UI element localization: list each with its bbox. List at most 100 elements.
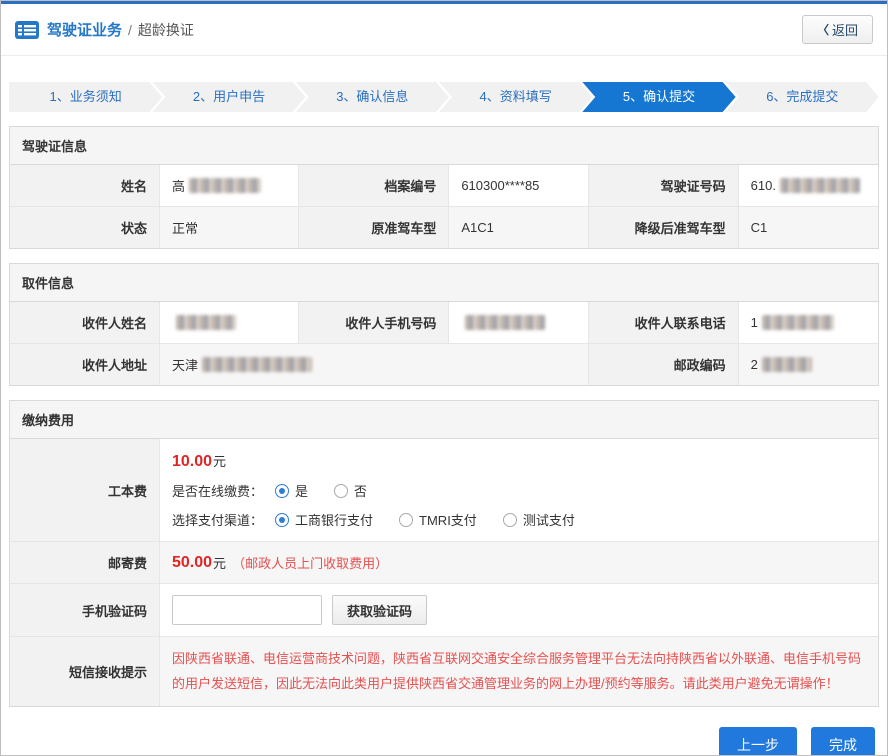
pay-channel-row: 选择支付渠道： 工商银行支付 TMRI支付 测试支付	[172, 510, 597, 529]
radio-dot-icon	[275, 513, 289, 527]
name-value-text: 高	[172, 176, 185, 195]
redacted-value	[780, 178, 860, 193]
breadcrumb-separator: /	[128, 22, 132, 38]
radio-dot-icon	[399, 513, 413, 527]
section-fees: 缴纳费用 工本费 10.00元 是否在线缴费： 是	[9, 400, 879, 707]
cost-amount-row: 10.00元	[172, 451, 597, 471]
mail-fee-label: 邮寄费	[10, 542, 160, 584]
downgraded-class-value: C1	[739, 207, 878, 248]
captcha-input[interactable]	[172, 595, 322, 625]
original-class-value: A1C1	[449, 207, 588, 248]
downgraded-class-text: C1	[751, 220, 768, 235]
channel-icbc-label: 工商银行支付	[295, 510, 373, 529]
recipient-address-text: 天津	[172, 355, 198, 374]
breadcrumb-current: 超龄换证	[138, 20, 194, 40]
postal-code-value: 2	[739, 344, 878, 385]
status-text: 正常	[172, 218, 198, 237]
redacted-value	[762, 315, 834, 330]
license-number-text: 610.	[751, 178, 776, 193]
file-number-value: 610300****85	[449, 165, 588, 207]
pickup-table: 收件人姓名 收件人手机号码 收件人联系电话 1 收件人地址 天津 邮政编码 2	[10, 302, 878, 385]
original-class-label: 原准驾车型	[299, 207, 449, 248]
back-chevron-icon: 〈	[817, 21, 829, 38]
list-icon	[15, 21, 39, 39]
recipient-contact-text: 1	[751, 315, 758, 330]
section-pickup-info: 取件信息 收件人姓名 收件人手机号码 收件人联系电话 1 收件人地址 天津 邮政…	[9, 263, 879, 386]
step-tab-5-active[interactable]: 5、确认提交	[582, 82, 735, 112]
mail-amount: 50.00	[172, 554, 212, 572]
cost-fee-label: 工本费	[10, 439, 160, 542]
radio-dot-icon	[334, 484, 348, 498]
channel-tmri-radio[interactable]: TMRI支付	[399, 510, 477, 529]
status-label: 状态	[10, 207, 160, 248]
captcha-label: 手机验证码	[10, 584, 160, 637]
footer-actions: 上一步 完成	[1, 727, 875, 756]
page-title: 驾驶证业务	[47, 19, 122, 40]
step-tab-6[interactable]: 6、完成提交	[726, 82, 879, 112]
recipient-name-value	[160, 302, 299, 344]
section-title-fees: 缴纳费用	[10, 401, 878, 439]
redacted-value	[762, 357, 812, 372]
back-button[interactable]: 〈 返回	[802, 15, 873, 44]
sms-notice-label: 短信接收提示	[10, 637, 160, 706]
original-class-text: A1C1	[461, 220, 494, 235]
online-pay-yes-label: 是	[295, 481, 308, 500]
captcha-row: 获取验证码	[160, 584, 878, 637]
redacted-value	[189, 178, 261, 193]
recipient-contact-label: 收件人联系电话	[589, 302, 739, 344]
name-value: 高	[160, 165, 299, 207]
recipient-name-label: 收件人姓名	[10, 302, 160, 344]
cost-amount: 10.00	[172, 453, 212, 470]
pay-channel-label: 选择支付渠道：	[172, 510, 263, 529]
radio-dot-icon	[275, 484, 289, 498]
recipient-mobile-value	[449, 302, 588, 344]
online-pay-no-radio[interactable]: 否	[334, 481, 367, 500]
channel-test-radio[interactable]: 测试支付	[503, 510, 575, 529]
file-number-text: 610300****85	[461, 178, 539, 193]
section-title-license: 驾驶证信息	[10, 127, 878, 165]
channel-test-label: 测试支付	[523, 510, 575, 529]
step-tab-2[interactable]: 2、用户申告	[152, 82, 305, 112]
redacted-value	[202, 357, 312, 372]
step-nav: 1、业务须知 2、用户申告 3、确认信息 4、资料填写 5、确认提交 6、完成提…	[9, 82, 879, 112]
finish-button[interactable]: 完成	[811, 727, 875, 756]
step-tab-3[interactable]: 3、确认信息	[296, 82, 449, 112]
page: 驾驶证业务 / 超龄换证 〈 返回 1、业务须知 2、用户申告 3、确认信息 4…	[0, 0, 888, 756]
back-label: 返回	[832, 20, 858, 39]
cost-fee-value: 10.00元 是否在线缴费： 是 否 选择支	[160, 439, 878, 542]
postal-code-label: 邮政编码	[589, 344, 739, 385]
recipient-contact-value: 1	[739, 302, 878, 344]
redacted-value	[176, 315, 236, 330]
license-table: 姓名 高 档案编号 610300****85 驾驶证号码 610. 状态 正常 …	[10, 165, 878, 248]
section-title-pickup: 取件信息	[10, 264, 878, 302]
step-tab-4[interactable]: 4、资料填写	[439, 82, 592, 112]
name-label: 姓名	[10, 165, 160, 207]
sms-notice-value: 因陕西省联通、电信运营商技术问题，陕西省互联网交通安全综合服务管理平台无法向持陕…	[160, 637, 878, 706]
license-number-label: 驾驶证号码	[589, 165, 739, 207]
channel-icbc-radio[interactable]: 工商银行支付	[275, 510, 373, 529]
channel-tmri-label: TMRI支付	[419, 510, 477, 529]
online-pay-no-label: 否	[354, 481, 367, 500]
online-pay-label: 是否在线缴费：	[172, 481, 263, 500]
recipient-mobile-label: 收件人手机号码	[299, 302, 449, 344]
mail-unit: 元	[213, 553, 226, 572]
status-value: 正常	[160, 207, 299, 248]
recipient-address-label: 收件人地址	[10, 344, 160, 385]
cost-unit: 元	[213, 454, 226, 469]
header: 驾驶证业务 / 超龄换证 〈 返回	[1, 4, 887, 56]
mail-note: （邮政人员上门收取费用）	[232, 553, 388, 572]
radio-dot-icon	[503, 513, 517, 527]
online-pay-row: 是否在线缴费： 是 否	[172, 481, 597, 500]
postal-code-text: 2	[751, 357, 758, 372]
file-number-label: 档案编号	[299, 165, 449, 207]
recipient-address-value: 天津	[160, 344, 589, 385]
license-number-value: 610.	[739, 165, 878, 207]
sms-notice-text: 因陕西省联通、电信运营商技术问题，陕西省互联网交通安全综合服务管理平台无法向持陕…	[160, 637, 878, 706]
online-pay-yes-radio[interactable]: 是	[275, 481, 308, 500]
mail-fee-value: 50.00元 （邮政人员上门收取费用）	[160, 542, 878, 584]
fees-table: 工本费 10.00元 是否在线缴费： 是 否	[10, 439, 878, 706]
redacted-value	[465, 315, 545, 330]
get-captcha-button[interactable]: 获取验证码	[332, 595, 427, 625]
step-tab-1[interactable]: 1、业务须知	[9, 82, 162, 112]
prev-step-button[interactable]: 上一步	[719, 727, 797, 756]
